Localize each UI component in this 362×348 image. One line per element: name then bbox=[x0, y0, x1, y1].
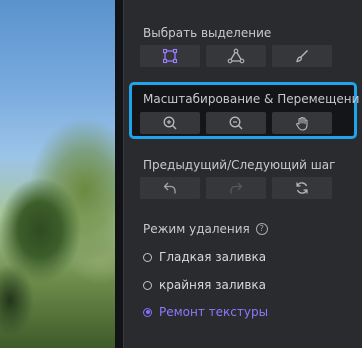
undo-icon bbox=[163, 182, 176, 194]
redo-button[interactable] bbox=[206, 177, 266, 199]
zoom-out-button[interactable] bbox=[206, 112, 266, 134]
history-tools-row bbox=[140, 177, 332, 199]
removal-mode-text: Режим удаления bbox=[143, 222, 250, 236]
rectangle-select-icon bbox=[162, 48, 178, 64]
image-preview[interactable] bbox=[0, 0, 123, 348]
preview-border bbox=[115, 0, 123, 348]
zoom-out-icon bbox=[229, 116, 243, 130]
select-section-label: Выбрать выделение bbox=[143, 26, 272, 40]
polygon-select-button[interactable] bbox=[206, 45, 266, 67]
history-section-label: Предыдущий/Следующий шаг bbox=[143, 158, 336, 172]
radio-label: крайняя заливка bbox=[159, 278, 266, 292]
zoom-in-icon bbox=[163, 116, 177, 130]
panel-divider bbox=[123, 0, 124, 348]
reset-button[interactable] bbox=[272, 177, 332, 199]
undo-button[interactable] bbox=[140, 177, 200, 199]
tools-panel: Выбрать выделение Масштабирование & Пере… bbox=[123, 0, 362, 348]
removal-mode-label: Режим удаления ? bbox=[143, 222, 268, 236]
radio-label: Гладкая заливка bbox=[159, 250, 267, 264]
zoom-section-label: Масштабирование & Перемещение bbox=[143, 92, 359, 106]
reset-icon bbox=[296, 182, 308, 194]
brush-icon bbox=[296, 50, 308, 63]
zoom-in-button[interactable] bbox=[140, 112, 200, 134]
radio-label: Ремонт текстуры bbox=[159, 305, 269, 319]
hand-icon bbox=[296, 116, 308, 131]
radio-indicator[interactable] bbox=[143, 280, 152, 290]
zoom-tools-row bbox=[140, 112, 332, 134]
radio-indicator-selected[interactable] bbox=[143, 307, 152, 317]
brush-button[interactable] bbox=[272, 45, 332, 67]
radio-indicator[interactable] bbox=[143, 252, 152, 262]
radio-edge-fill[interactable]: крайняя заливка bbox=[143, 278, 266, 292]
polygon-select-icon bbox=[227, 48, 245, 64]
radio-smooth-fill[interactable]: Гладкая заливка bbox=[143, 250, 266, 264]
rectangle-select-button[interactable] bbox=[140, 45, 200, 67]
hand-pan-button[interactable] bbox=[272, 112, 332, 134]
redo-icon bbox=[230, 182, 243, 194]
select-tools-row bbox=[140, 45, 332, 67]
help-icon[interactable]: ? bbox=[255, 223, 268, 235]
radio-texture-repair[interactable]: Ремонт текстуры bbox=[143, 305, 268, 319]
